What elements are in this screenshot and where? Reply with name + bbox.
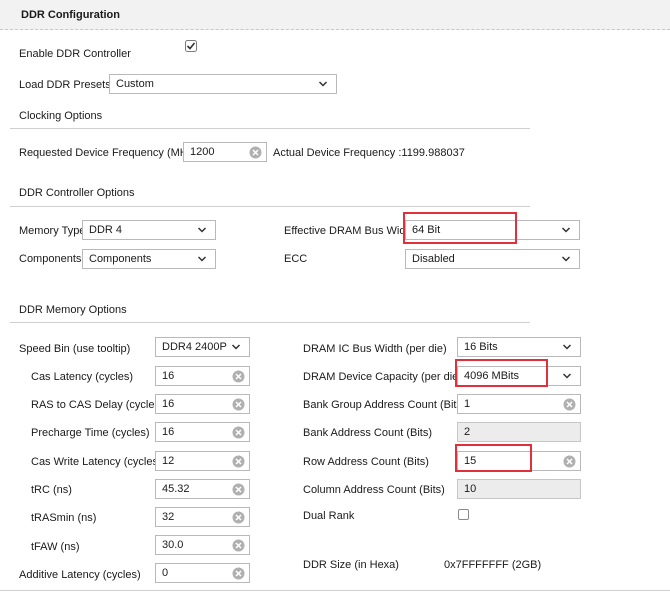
clear-icon[interactable] bbox=[232, 398, 245, 411]
trc-label: tRC (ns) bbox=[31, 484, 72, 496]
precharge-time-input[interactable]: 16 bbox=[155, 422, 250, 442]
chevron-down-icon bbox=[561, 256, 571, 262]
chevron-down-icon bbox=[562, 344, 572, 350]
load-presets-value: Custom bbox=[116, 78, 154, 90]
bank-group-input[interactable]: 1 bbox=[457, 394, 581, 414]
clear-icon[interactable] bbox=[232, 483, 245, 496]
speed-bin-value: DDR4 2400P bbox=[162, 341, 227, 353]
clear-icon[interactable] bbox=[232, 539, 245, 552]
chevron-down-icon bbox=[561, 227, 571, 233]
ic-bus-width-dropdown[interactable]: 16 Bits bbox=[457, 337, 581, 357]
ddr-size-value: 0x7FFFFFFF (2GB) bbox=[444, 559, 542, 571]
divider bbox=[10, 206, 530, 207]
precharge-time-label: Precharge Time (cycles) bbox=[31, 427, 150, 439]
trc-value: 45.32 bbox=[162, 483, 190, 495]
page-title: DDR Configuration bbox=[21, 9, 120, 21]
chevron-down-icon bbox=[318, 81, 328, 87]
tfaw-label: tFAW (ns) bbox=[31, 541, 80, 553]
chevron-down-icon bbox=[562, 373, 572, 379]
highlight-box bbox=[455, 444, 532, 472]
ras-cas-delay-label: RAS to CAS Delay (cycles) bbox=[31, 399, 164, 411]
bank-address-field: 2 bbox=[457, 422, 581, 442]
column-address-value: 10 bbox=[464, 483, 477, 495]
speed-bin-label: Speed Bin (use tooltip) bbox=[19, 343, 131, 355]
device-capacity-label: DRAM Device Capacity (per die) bbox=[303, 371, 462, 383]
trc-input[interactable]: 45.32 bbox=[155, 479, 250, 499]
bank-group-label: Bank Group Address Count (Bits) bbox=[303, 399, 466, 411]
clear-icon[interactable] bbox=[232, 567, 245, 580]
divider bbox=[10, 128, 530, 129]
clear-icon[interactable] bbox=[249, 146, 262, 159]
components-value: Components bbox=[89, 253, 152, 265]
ecc-dropdown[interactable]: Disabled bbox=[405, 249, 580, 269]
requested-frequency-label: Requested Device Frequency (MHz) bbox=[19, 147, 197, 159]
clear-icon[interactable] bbox=[232, 370, 245, 383]
tfaw-value: 30.0 bbox=[162, 539, 184, 551]
memory-type-dropdown[interactable]: DDR 4 bbox=[82, 220, 216, 240]
cas-latency-value: 16 bbox=[162, 370, 175, 382]
chevron-down-icon bbox=[197, 227, 207, 233]
ic-bus-width-value: 16 Bits bbox=[464, 341, 498, 353]
ic-bus-width-label: DRAM IC Bus Width (per die) bbox=[303, 343, 447, 355]
highlight-box bbox=[455, 359, 548, 387]
clocking-section-title: Clocking Options bbox=[19, 110, 103, 122]
additive-latency-input[interactable]: 0 bbox=[155, 563, 250, 583]
divider bbox=[0, 590, 670, 591]
bus-width-label: Effective DRAM Bus Width bbox=[284, 225, 415, 237]
highlight-box bbox=[403, 212, 517, 244]
speed-bin-dropdown[interactable]: DDR4 2400P bbox=[155, 337, 250, 357]
components-label: Components bbox=[19, 253, 82, 265]
column-address-field: 10 bbox=[457, 479, 581, 499]
clear-icon[interactable] bbox=[563, 455, 576, 468]
ras-cas-delay-input[interactable]: 16 bbox=[155, 394, 250, 414]
bank-address-label: Bank Address Count (Bits) bbox=[303, 427, 433, 439]
dual-rank-label: Dual Rank bbox=[303, 510, 355, 522]
column-address-label: Column Address Count (Bits) bbox=[303, 484, 445, 496]
additive-latency-value: 0 bbox=[162, 567, 169, 579]
load-presets-dropdown[interactable]: Custom bbox=[109, 74, 337, 94]
memory-section-title: DDR Memory Options bbox=[19, 304, 127, 316]
clear-icon[interactable] bbox=[563, 398, 576, 411]
ras-cas-delay-value: 16 bbox=[162, 398, 175, 410]
row-address-label: Row Address Count (Bits) bbox=[303, 456, 429, 468]
enable-ddr-label: Enable DDR Controller bbox=[19, 48, 131, 60]
chevron-down-icon bbox=[231, 344, 241, 350]
cas-write-latency-value: 12 bbox=[162, 455, 175, 467]
requested-frequency-value: 1200 bbox=[190, 146, 215, 158]
bank-group-value: 1 bbox=[464, 398, 471, 410]
trasmin-value: 32 bbox=[162, 511, 175, 523]
requested-frequency-input[interactable]: 1200 bbox=[183, 142, 267, 162]
cas-latency-input[interactable]: 16 bbox=[155, 366, 250, 386]
clear-icon[interactable] bbox=[232, 426, 245, 439]
cas-write-latency-input[interactable]: 12 bbox=[155, 451, 250, 471]
additive-latency-label: Additive Latency (cycles) bbox=[19, 569, 141, 581]
cas-latency-label: Cas Latency (cycles) bbox=[31, 371, 134, 383]
load-presets-label: Load DDR Presets bbox=[19, 79, 111, 91]
checkmark-icon bbox=[185, 40, 197, 52]
clear-icon[interactable] bbox=[232, 511, 245, 524]
actual-frequency-text: Actual Device Frequency :1199.988037 bbox=[273, 147, 465, 159]
chevron-down-icon bbox=[197, 256, 207, 262]
trasmin-label: tRASmin (ns) bbox=[31, 512, 97, 524]
memory-type-label: Memory Type bbox=[19, 225, 86, 237]
dual-rank-checkbox[interactable] bbox=[458, 509, 469, 520]
ecc-label: ECC bbox=[284, 253, 308, 265]
tfaw-input[interactable]: 30.0 bbox=[155, 535, 250, 555]
trasmin-input[interactable]: 32 bbox=[155, 507, 250, 527]
components-dropdown[interactable]: Components bbox=[82, 249, 216, 269]
controller-section-title: DDR Controller Options bbox=[19, 187, 135, 199]
ecc-value: Disabled bbox=[412, 253, 455, 265]
ddr-size-label: DDR Size (in Hexa) bbox=[303, 559, 399, 571]
precharge-time-value: 16 bbox=[162, 426, 175, 438]
divider bbox=[10, 322, 530, 323]
cas-write-latency-label: Cas Write Latency (cycles) bbox=[31, 456, 162, 468]
bank-address-value: 2 bbox=[464, 426, 471, 438]
enable-ddr-checkbox[interactable] bbox=[185, 40, 197, 52]
memory-type-value: DDR 4 bbox=[89, 224, 123, 236]
clear-icon[interactable] bbox=[232, 455, 245, 468]
